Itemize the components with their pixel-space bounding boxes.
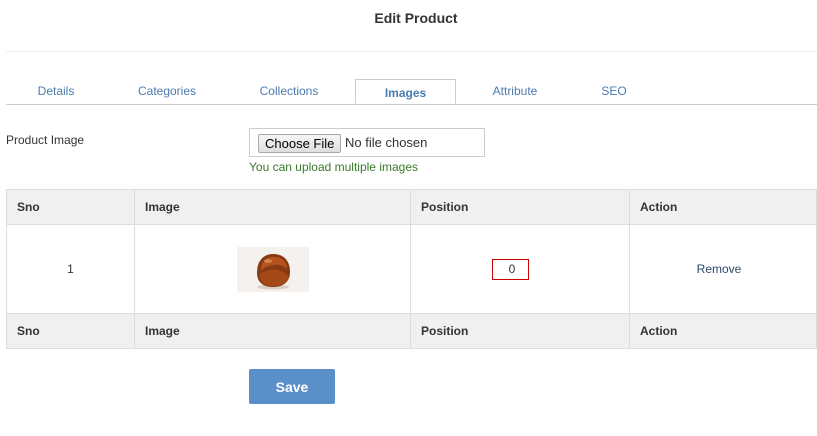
table-header-row: Sno Image Position Action (6, 189, 817, 225)
tab-collections[interactable]: Collections (239, 79, 339, 104)
header-image: Image (134, 189, 411, 225)
footer-action: Action (629, 313, 817, 349)
choose-file-button[interactable]: Choose File (258, 134, 342, 153)
footer-position: Position (410, 313, 630, 349)
action-cell: Remove (629, 224, 817, 314)
header-action: Action (629, 189, 817, 225)
tab-details[interactable]: Details (6, 79, 106, 104)
tab-images[interactable]: Images (355, 79, 456, 104)
footer-sno: Sno (6, 313, 135, 349)
header-position: Position (410, 189, 630, 225)
sno-cell: 1 (6, 224, 135, 314)
file-upload-field[interactable]: Choose File No file chosen (249, 128, 485, 157)
image-cell (134, 224, 411, 314)
remove-link[interactable]: Remove (697, 262, 742, 276)
header-sno: Sno (6, 189, 135, 225)
footer-image: Image (134, 313, 411, 349)
save-button[interactable]: Save (249, 369, 335, 404)
tab-bar: Details Categories Collections Images At… (6, 79, 817, 105)
chair-image-icon (256, 253, 290, 289)
upload-hint: You can upload multiple images (249, 160, 419, 174)
position-cell: 0 (410, 224, 630, 314)
divider (6, 51, 817, 52)
file-status-text: No file chosen (345, 135, 428, 150)
table-row: 1 0 Remove (6, 224, 817, 314)
tab-seo[interactable]: SEO (564, 79, 664, 104)
images-table: Sno Image Position Action 1 0 Remove Sno… (6, 189, 817, 349)
product-thumbnail (236, 246, 309, 292)
page-title: Edit Product (374, 10, 458, 26)
position-input[interactable]: 0 (491, 258, 529, 280)
table-footer-row: Sno Image Position Action (6, 313, 817, 349)
tab-categories[interactable]: Categories (117, 79, 217, 104)
product-image-label: Product Image (6, 133, 85, 147)
tab-attribute[interactable]: Attribute (465, 79, 565, 104)
